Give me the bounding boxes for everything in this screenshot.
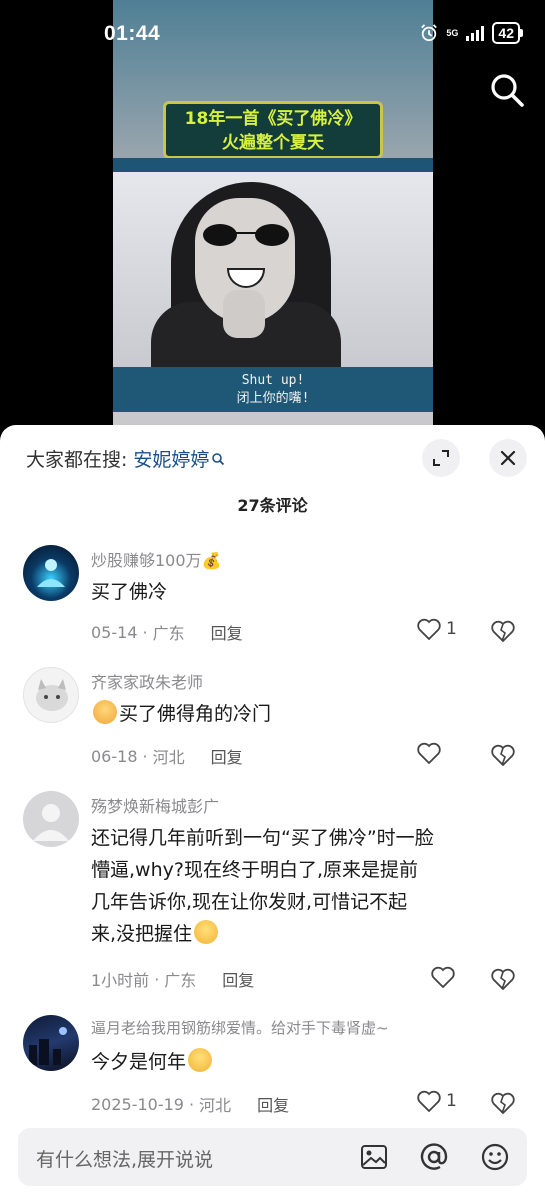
reply-button[interactable]: 回复 — [257, 1092, 289, 1116]
crying-emoji-icon — [194, 920, 219, 944]
like-button[interactable]: 1 — [416, 1089, 457, 1113]
battery-level: 42 — [492, 22, 520, 44]
like-button[interactable] — [430, 965, 456, 989]
reply-button[interactable]: 回复 — [222, 967, 254, 991]
broken-heart-icon[interactable] — [490, 1091, 516, 1115]
heart-icon — [417, 618, 441, 641]
comment-date: 06-18 — [91, 746, 138, 766]
person-hand — [223, 290, 265, 338]
video-caption: 18年一首《买了佛冷》 火遍整个夏天 — [163, 101, 383, 159]
dog-emoji-icon — [93, 700, 117, 724]
comment-author[interactable]: 齐家家政朱老师 — [91, 669, 203, 693]
heart-icon — [417, 1090, 441, 1113]
avatar[interactable] — [23, 667, 79, 723]
status-bar: 01:44 5G 42 — [0, 0, 545, 70]
comment-panel: 大家都在搜: 安妮婷婷 27条评论 炒股赚够100万💰 买了佛冷 05-14 · — [0, 425, 545, 1199]
comment-meta: 1小时前 · 广东 回复 — [91, 967, 254, 991]
status-time: 01:44 — [104, 22, 161, 45]
expand-icon — [433, 450, 449, 466]
comment-text-content: 今夕是何年 — [91, 1051, 187, 1073]
heart-icon — [417, 742, 441, 765]
close-button[interactable] — [489, 439, 527, 477]
comment-text[interactable]: 今夕是何年 — [91, 1046, 511, 1078]
video-subtitle-line1: Shut up! — [241, 373, 305, 388]
status-icons: 5G 42 — [420, 22, 523, 44]
comment-text-line: 来,没把握住 — [91, 918, 511, 950]
comment-location: 河北 — [199, 1096, 232, 1115]
avatar[interactable] — [23, 791, 79, 847]
comment-text-line: 懵逼,why?现在终于明白了,原来是提前 — [91, 859, 418, 881]
broken-heart-icon[interactable] — [490, 619, 516, 643]
comment-location: 河北 — [152, 748, 185, 767]
comment-location: 广东 — [152, 624, 185, 643]
like-button[interactable]: 1 — [416, 617, 457, 641]
close-icon — [500, 450, 516, 466]
comment-text-content: 买了佛得角的冷门 — [119, 703, 272, 725]
hot-search-label: 大家都在搜: — [26, 449, 128, 471]
video-caption-line1: 18年一首《买了佛冷》 — [184, 109, 362, 129]
meditation-figure-icon — [37, 559, 65, 587]
at-icon[interactable] — [418, 1141, 450, 1173]
video-caption-line2: 火遍整个夏天 — [222, 133, 324, 153]
broken-heart-icon[interactable] — [490, 967, 516, 991]
cat-avatar-icon — [36, 679, 68, 711]
image-icon[interactable] — [358, 1141, 390, 1173]
comment-date: 1小时前 — [91, 971, 150, 990]
comment-text[interactable]: 买了佛冷 — [91, 576, 511, 608]
hot-search[interactable]: 大家都在搜: 安妮婷婷 — [26, 445, 225, 472]
reply-button[interactable]: 回复 — [211, 620, 243, 644]
comment-author[interactable]: 炒股赚够100万💰 — [91, 547, 221, 571]
avatar[interactable] — [23, 545, 79, 601]
expand-button[interactable] — [422, 439, 460, 477]
comment-text[interactable]: 买了佛得角的冷门 — [91, 698, 511, 730]
default-avatar-icon — [33, 804, 69, 841]
comment-text-line: 还记得几年前听到一句“买了佛冷”时一脸 — [91, 827, 434, 849]
comment-meta: 2025-10-19 · 河北 回复 — [91, 1092, 289, 1116]
comment-location: 广东 — [164, 971, 197, 990]
hot-search-term[interactable]: 安妮婷婷 — [133, 445, 209, 472]
comment-text-line: 几年告诉你,现在让你发财,可惜记不起 — [91, 891, 408, 913]
comment-author[interactable]: 逼月老给我用钢筋绑爱情。给对手下毒肾虚~ — [91, 1017, 389, 1038]
comment-author[interactable]: 殇梦焕新梅城彭广 — [91, 793, 219, 817]
comment-date: 2025-10-19 — [91, 1094, 184, 1114]
battery-icon: 42 — [492, 22, 523, 44]
like-count: 1 — [446, 1091, 457, 1111]
night-city-avatar-icon — [29, 1027, 67, 1065]
emoji-icon[interactable] — [479, 1141, 511, 1173]
signal-icon — [466, 25, 485, 41]
comment-input[interactable]: 有什么想法,展开说说 — [36, 1145, 213, 1172]
comment-count: 27条评论 — [237, 496, 308, 515]
sunglasses — [203, 224, 289, 248]
video-subtitle-line2: 闭上你的嘴! — [236, 391, 310, 406]
comment-text[interactable]: 还记得几年前听到一句“买了佛冷”时一脸 懵逼,why?现在终于明白了,原来是提前… — [91, 822, 511, 950]
heart-icon — [431, 966, 455, 989]
broken-heart-icon[interactable] — [490, 743, 516, 767]
video-subtitle: Shut up! 闭上你的嘴! — [113, 372, 433, 408]
like-count: 1 — [446, 619, 457, 639]
comment-meta: 06-18 · 河北 回复 — [91, 744, 243, 768]
like-button[interactable] — [416, 741, 442, 765]
network-type: 5G — [446, 27, 459, 38]
reply-button[interactable]: 回复 — [211, 744, 243, 768]
search-icon[interactable] — [489, 72, 525, 108]
comment-input-bar[interactable]: 有什么想法,展开说说 — [18, 1128, 527, 1186]
alarm-icon — [421, 24, 438, 42]
comment-meta: 05-14 · 广东 回复 — [91, 620, 243, 644]
sad-emoji-icon — [188, 1048, 213, 1072]
search-small-icon — [212, 452, 225, 465]
avatar[interactable] — [23, 1015, 79, 1071]
video-photo — [113, 172, 433, 372]
comment-text-content: 来,没把握住 — [91, 923, 193, 945]
comment-date: 05-14 — [91, 622, 138, 642]
video-stripe — [113, 158, 433, 172]
